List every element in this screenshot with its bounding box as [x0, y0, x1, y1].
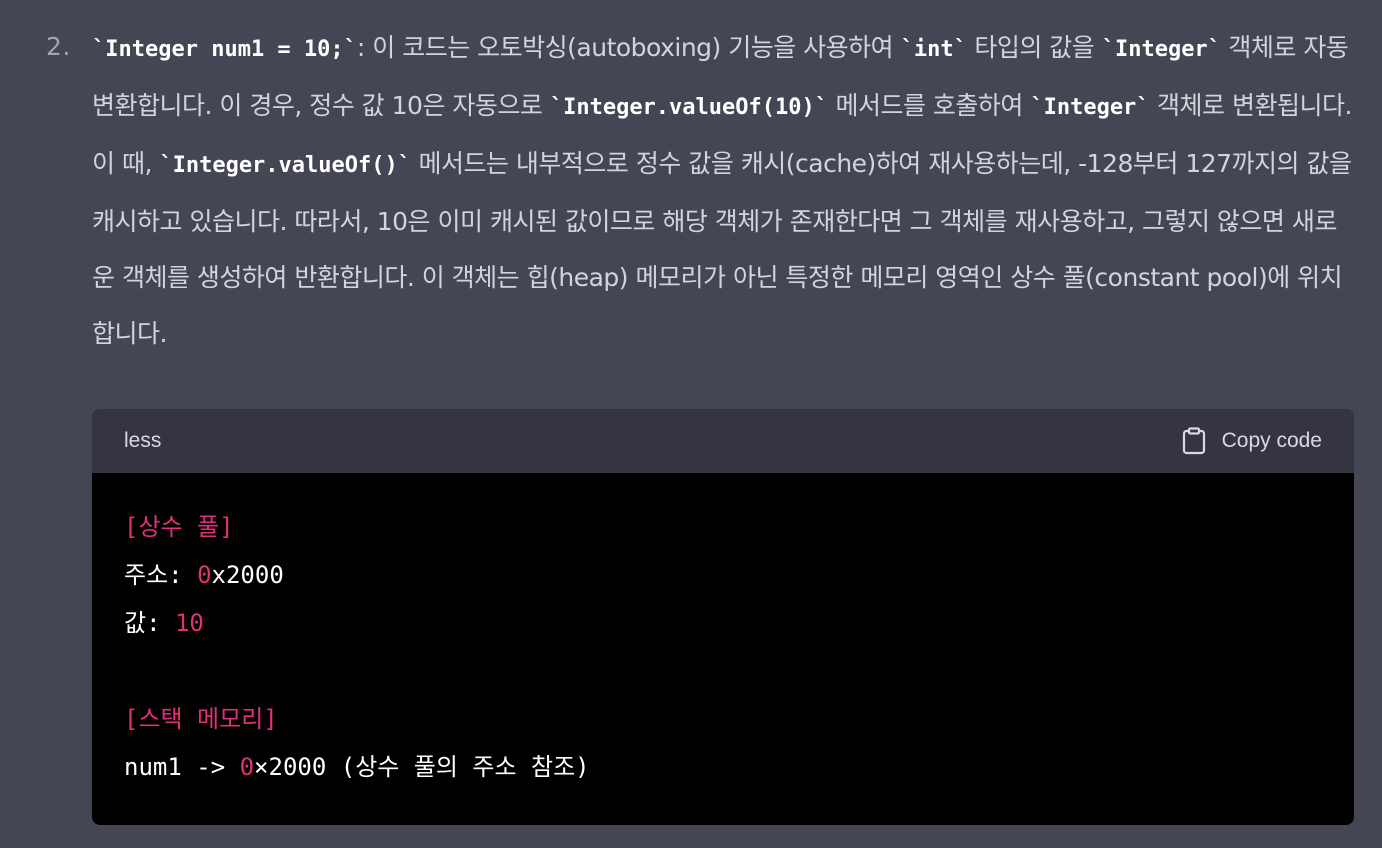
code-body: [상수 풀] 주소: 0x2000 값: 10 [스택 메모리] num1 -> 0×2… [92, 473, 1354, 821]
code-header: less Copy code [92, 409, 1354, 473]
code-line: 주소: 0x2000 [124, 551, 1322, 599]
copy-code-label: Copy code [1221, 429, 1322, 452]
inline-code: `Integer num1 = 10;` [92, 37, 357, 62]
inline-code: `Integer.valueOf(10)` [549, 95, 828, 120]
paragraph-text: 타입의 값을 [966, 33, 1102, 62]
code-token-highlight: [상수 풀] [124, 513, 234, 541]
list-number: 2. [46, 32, 71, 61]
code-token: num1 -> [124, 753, 240, 781]
clipboard-icon [1182, 427, 1206, 455]
inline-code: `int` [900, 37, 967, 62]
code-token: x2000 [211, 561, 284, 589]
code-line: [상수 풀] [124, 503, 1322, 551]
inline-code: `Integer` [1030, 95, 1150, 120]
code-token-highlight: 10 [174, 609, 204, 637]
code-language-label: less [124, 429, 162, 452]
code-token: ×2000 (상수 풀의 주소 참조) [254, 753, 590, 781]
inline-code: `Integer.valueOf()` [159, 153, 412, 178]
code-block: less Copy code [상수 풀] 주소: 0x2000 값: 10 [스택 … [92, 409, 1354, 825]
paragraph-text: : 이 코드는 오토박싱(autoboxing) 기능을 사용하여 [356, 33, 901, 62]
paragraph-text: 메서드는 내부적으로 정수 값을 캐시(cache)하여 재사용하는데, -12… [92, 149, 1352, 348]
paragraph-text: 메서드를 호출하여 [828, 91, 1031, 120]
code-line: [스택 메모리] [124, 695, 1322, 743]
code-token-highlight: [스택 메모리] [124, 705, 278, 733]
code-line: num1 -> 0×2000 (상수 풀의 주소 참조) [124, 743, 1322, 791]
code-token-highlight: 0 [197, 561, 212, 589]
code-token: 값: [124, 609, 175, 637]
code-token-highlight: 0 [239, 753, 255, 781]
list-paragraph: `Integer num1 = 10;`: 이 코드는 오토박싱(autobox… [92, 20, 1354, 362]
inline-code: `Integer` [1101, 37, 1221, 62]
code-token: 주소: [124, 561, 198, 589]
code-line: 값: 10 [124, 599, 1322, 647]
copy-code-button[interactable]: Copy code [1182, 427, 1322, 455]
